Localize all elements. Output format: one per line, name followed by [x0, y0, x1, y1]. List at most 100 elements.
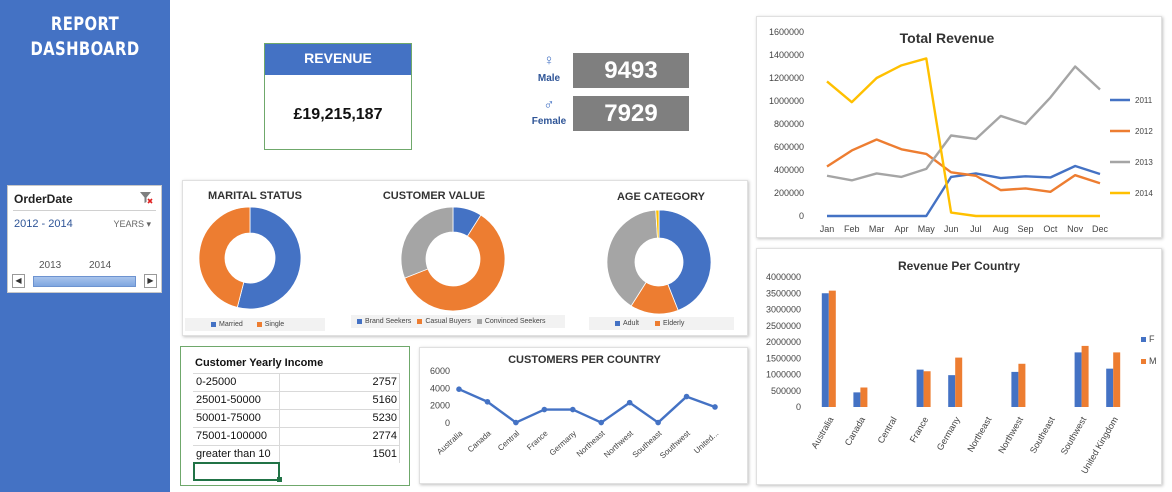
income-table-title: Customer Yearly Income: [195, 357, 324, 369]
x-tick-label: Germany: [548, 429, 578, 458]
column-divider: [279, 373, 280, 463]
timeline-selection-bar[interactable]: [33, 276, 136, 287]
x-tick-label: Apr: [894, 224, 908, 234]
y-tick-label: 600000: [774, 142, 804, 152]
legend-swatch: [417, 318, 423, 324]
x-tick-label: Northwest: [996, 415, 1025, 456]
legend-adult: Adult: [623, 320, 639, 327]
income-count: 1501: [372, 448, 397, 460]
income-range: greater than 10: [196, 448, 271, 460]
y-tick-label: 3000000: [766, 305, 801, 315]
y-tick-label: 200000: [774, 188, 804, 198]
legend-convinced-seekers: Convinced Seekers: [484, 318, 546, 325]
income-range: 75001-100000: [196, 430, 267, 442]
y-tick-label: 0: [799, 211, 804, 221]
y-tick-label: 500000: [771, 386, 801, 396]
bar-M: [1018, 363, 1026, 407]
legend-swatch: [1141, 359, 1146, 364]
title-line-1: REPORT: [50, 13, 120, 35]
bar-M: [923, 371, 931, 407]
bar-F: [948, 375, 956, 407]
y-tick-label: 1400000: [769, 50, 804, 60]
y-tick-label: 2500000: [766, 321, 801, 331]
order-date-slicer[interactable]: OrderDate 2012 - 2014 YEARS ▾ 2013 2014 …: [7, 185, 162, 293]
income-count: 2757: [372, 376, 397, 388]
donut-charts: [198, 206, 712, 315]
female-label: Female: [531, 116, 567, 127]
legend-elderly: Elderly: [662, 320, 685, 327]
slicer-year-2014[interactable]: 2014: [89, 260, 111, 271]
customer-value-slice: [400, 206, 454, 279]
income-count: 2774: [372, 430, 397, 442]
legend-label: 2013: [1135, 158, 1153, 167]
income-row: greater than 10 1501: [193, 445, 399, 463]
x-tick-label: Dec: [1092, 224, 1109, 234]
x-tick-label: Aug: [993, 224, 1009, 234]
chevron-down-icon: ▾: [146, 219, 151, 229]
customers-per-country-chart: 0 2000 4000 6000 Australia Canada Central Franc…: [430, 366, 720, 460]
legend-label: M: [1149, 356, 1157, 366]
bar-M: [1113, 352, 1121, 407]
y-tick-label: 1000000: [766, 370, 801, 380]
income-row: 75001-100000 2774: [193, 427, 399, 445]
column-divider: [399, 373, 400, 463]
scroll-left-button[interactable]: ◀: [12, 274, 25, 288]
bar-F: [821, 293, 829, 407]
x-tick-label: Germany: [935, 415, 962, 452]
customer-value-legend: Brand Seekers Casual Buyers Convinced Seek…: [351, 315, 565, 328]
slicer-year-2013[interactable]: 2013: [39, 260, 61, 271]
x-tick-label: Mar: [869, 224, 885, 234]
x-tick-label: Central: [876, 415, 899, 445]
scroll-right-button[interactable]: ▶: [144, 274, 157, 288]
revenue-card: REVENUE £19,215,187: [264, 43, 412, 150]
data-point: [655, 419, 661, 426]
time-level-label: YEARS: [113, 219, 144, 229]
bar-M: [828, 290, 836, 407]
x-tick-label: Australia: [435, 428, 465, 456]
y-tick-label: 1500000: [766, 353, 801, 363]
revenue-value: £19,215,187: [293, 106, 383, 123]
bar-F: [853, 392, 861, 407]
dashboard-title: REPORT DASHBOARD: [19, 12, 152, 62]
fill-handle[interactable]: [277, 477, 282, 482]
slicer-time-level[interactable]: YEARS ▾: [113, 219, 151, 230]
bar-M: [955, 357, 963, 407]
legend-label: 2011: [1135, 96, 1153, 105]
female-count: 7929: [573, 96, 689, 131]
x-tick-label: Feb: [844, 224, 860, 234]
x-tick-label: Nov: [1067, 224, 1084, 234]
donut-panel: MARITAL STATUS CUSTOMER VALUE AGE CATEGO…: [182, 180, 748, 336]
series-line-2012: [826, 138, 1101, 194]
x-tick-label: Canada: [466, 428, 493, 454]
y-tick-label: 2000000: [766, 337, 801, 347]
age-legend: Adult Elderly: [589, 317, 734, 330]
slicer-timeline-scrollbar[interactable]: ◀ ▶: [12, 274, 157, 288]
y-tick-label: 4000: [430, 383, 450, 393]
legend-casual-buyers: Casual Buyers: [425, 318, 471, 325]
y-tick-label: 1000000: [769, 96, 804, 106]
income-range: 50001-75000: [196, 412, 261, 424]
yearly-income-table: Customer Yearly Income 0-25000 2757 25001-…: [180, 346, 410, 486]
total-revenue-panel: Total Revenue 0 200000 400000 600000 800000 1…: [756, 16, 1162, 238]
x-tick-label: May: [918, 224, 936, 234]
x-tick-label: Jan: [820, 224, 835, 234]
clear-filter-icon[interactable]: [139, 191, 153, 205]
x-tick-label: Australia: [809, 415, 835, 450]
revenue-per-country-panel: Revenue Per Country 0 500000 1000000 150000…: [756, 248, 1162, 485]
legend-swatch: [615, 320, 620, 326]
male-symbol-icon: ♂: [543, 96, 555, 113]
legend-label: 2014: [1135, 189, 1153, 198]
selected-cell[interactable]: [193, 462, 280, 481]
customers-per-country-panel: CUSTOMERS PER COUNTRY 0 2000 4000 6000 Austr…: [419, 347, 748, 484]
sidebar: REPORT DASHBOARD OrderDate 2012 - 2014 Y…: [0, 0, 170, 492]
data-point: [712, 404, 718, 410]
slicer-divider: [13, 210, 156, 211]
female-symbol-icon: ♀: [543, 52, 555, 69]
slicer-date-range: 2012 - 2014: [14, 218, 73, 230]
revenue-per-country-chart: 0 500000 1000000 1500000 2000000 2500000 30000…: [766, 272, 1157, 475]
data-point: [513, 419, 519, 426]
income-row: 0-25000 2757: [193, 373, 399, 391]
revenue-label: REVENUE: [265, 44, 411, 75]
y-tick-label: 4000000: [766, 272, 801, 282]
bar-F: [916, 369, 924, 407]
